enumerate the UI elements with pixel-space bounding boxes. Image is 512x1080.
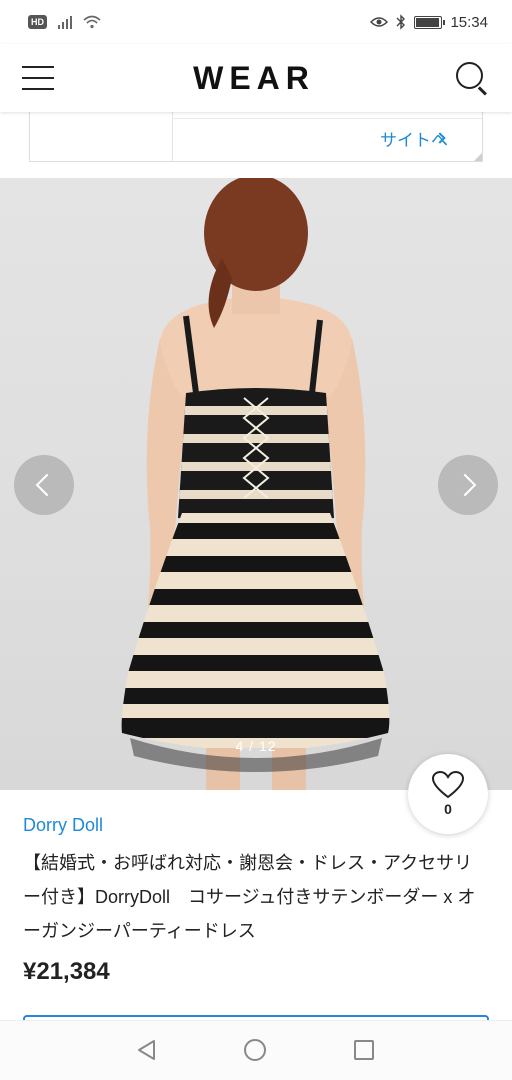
battery-level (416, 17, 439, 27)
signal-icon (58, 16, 72, 29)
system-nav-bar (0, 1020, 512, 1080)
brand-link[interactable]: Dorry Doll (23, 815, 103, 836)
ad-corner-mark (474, 153, 482, 161)
status-right: 15:34 (370, 14, 488, 31)
image-counter: 4 / 12 (235, 738, 277, 754)
product-image[interactable]: 4 / 12 (0, 178, 512, 790)
wear-logo[interactable]: WEAR (193, 60, 315, 97)
heart-icon (432, 771, 464, 799)
triangle-back-icon[interactable] (136, 1039, 158, 1061)
dress-photo (121, 178, 390, 790)
product-price: ¥21,384 (23, 958, 110, 985)
hamburger-icon[interactable] (22, 66, 54, 90)
search-icon[interactable] (454, 60, 490, 96)
chevron-left-icon[interactable] (14, 455, 74, 515)
circle-home-icon[interactable] (244, 1039, 266, 1061)
ad-divider-horizontal (172, 118, 482, 119)
product-title: 【結婚式・お呼ばれ対応・謝恩会・ドレス・アクセサリー付き】DorryDoll コ… (23, 853, 476, 941)
status-bar: HD 15:34 (0, 0, 512, 44)
app-header: WEAR (0, 44, 512, 112)
battery-icon (414, 15, 446, 29)
like-button[interactable]: 0 (408, 754, 488, 834)
wifi-icon (83, 15, 101, 29)
status-left: HD (28, 15, 101, 29)
like-count: 0 (444, 801, 452, 817)
ad-banner[interactable]: サイトへ (29, 112, 483, 162)
square-recent-icon[interactable] (354, 1040, 374, 1060)
hd-badge: HD (28, 15, 47, 29)
ad-divider (172, 112, 173, 161)
chevron-right-icon[interactable] (438, 455, 498, 515)
bluetooth-icon (396, 14, 406, 30)
eye-icon (370, 17, 389, 27)
status-time: 15:34 (450, 13, 488, 31)
